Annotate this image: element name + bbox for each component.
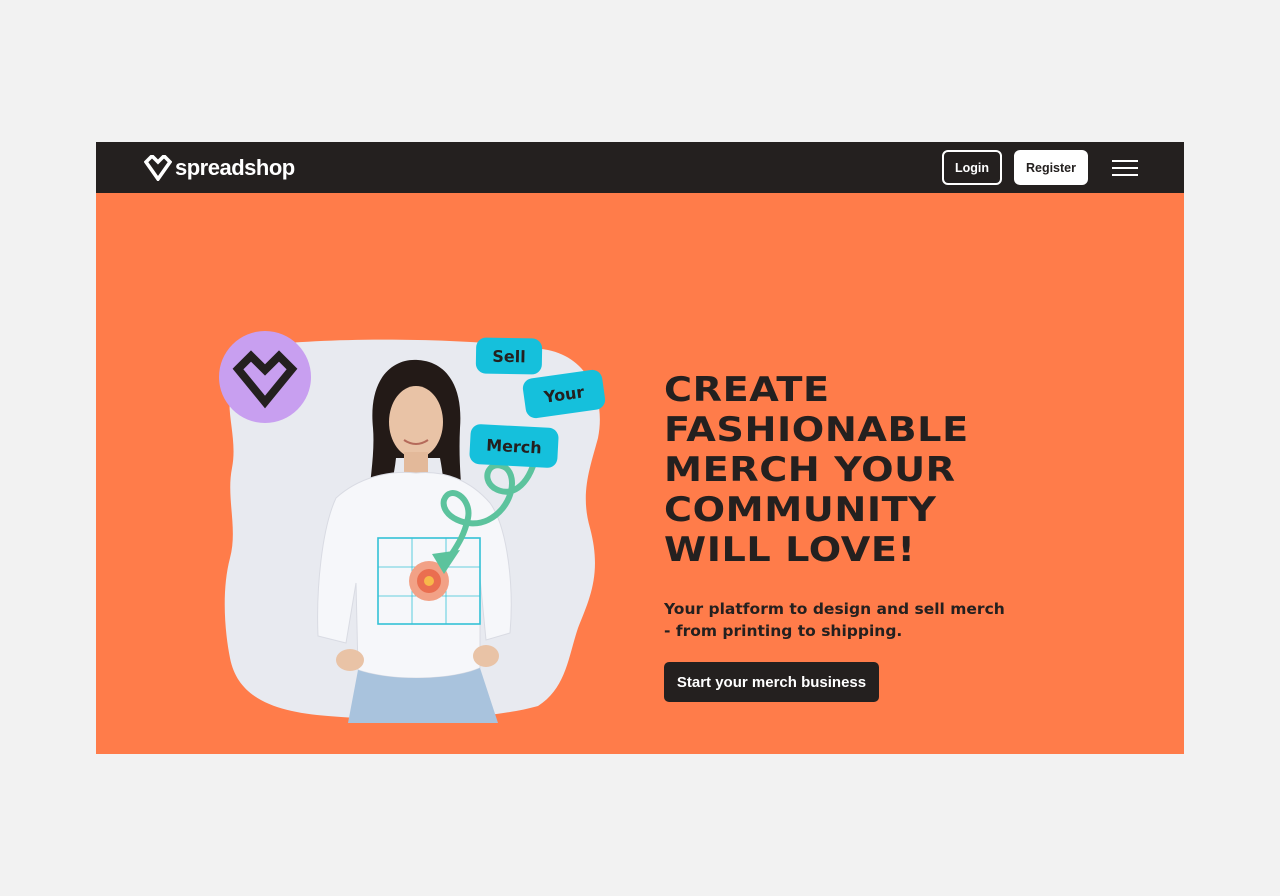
headline-line: FASHIONABLE (664, 410, 969, 449)
tag-merch: Merch (469, 423, 559, 469)
model-hand-left (336, 649, 364, 671)
tag-sell: Sell (475, 337, 543, 375)
heart-icon (144, 155, 172, 181)
register-button[interactable]: Register (1013, 150, 1088, 185)
headline-line: CREATE (664, 370, 830, 409)
spreadshop-logo[interactable]: spreadshop (144, 154, 295, 182)
subline-line: Your platform to design and sell merch (664, 600, 1005, 618)
hero-visual: Sell Your Merch (218, 328, 608, 723)
subline-line: - from printing to shipping. (664, 622, 903, 640)
logo-text: spreadshop (175, 155, 295, 180)
hero-section: Sell Your Merch CREATE FASHIONABLE MERCH… (96, 193, 1184, 754)
start-merch-business-button[interactable]: Start your merch business (664, 662, 879, 702)
model-face (389, 386, 443, 458)
nav-actions: Login Register (941, 150, 1138, 185)
headline-line: COMMUNITY (664, 490, 937, 529)
model-hand-right (473, 645, 499, 667)
hamburger-menu-icon[interactable] (1112, 158, 1138, 178)
hero-subline: Your platform to design and sell merch -… (664, 598, 1124, 642)
login-button[interactable]: Login (941, 150, 1002, 185)
menu-line (1112, 159, 1138, 162)
menu-line (1112, 166, 1138, 169)
flower-print-inner (424, 576, 434, 586)
badge-circle (219, 331, 311, 423)
hero-copy: CREATE FASHIONABLE MERCH YOUR COMMUNITY … (664, 370, 1124, 702)
headline-line: MERCH YOUR (664, 450, 956, 489)
site-frame: spreadshop Login Register Sell Your Merc… (96, 142, 1184, 754)
hero-headline: CREATE FASHIONABLE MERCH YOUR COMMUNITY … (664, 370, 1184, 570)
headline-line: WILL LOVE! (664, 530, 916, 569)
model-neck (404, 452, 428, 474)
top-navbar: spreadshop Login Register (96, 142, 1184, 193)
menu-line (1112, 173, 1138, 176)
